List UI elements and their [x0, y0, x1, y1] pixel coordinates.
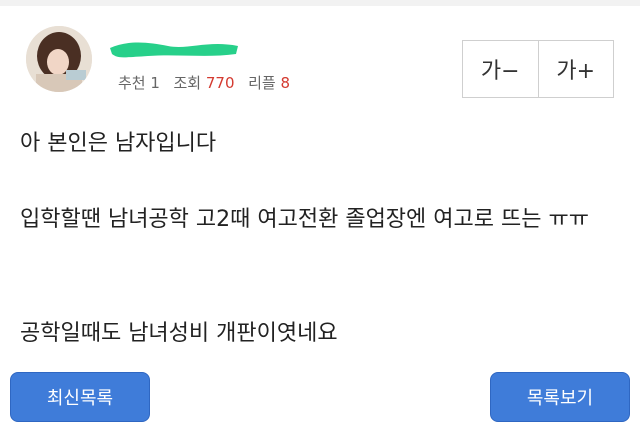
- replies-label: 리플: [248, 74, 276, 92]
- post-paragraph: 공학일때도 남녀성비 개판이엿네요: [20, 321, 338, 346]
- view-list-button[interactable]: 목록보기: [490, 372, 630, 422]
- post-stats: 추천 1 조회 770 리플 8: [118, 72, 290, 93]
- post-paragraph: 아 본인은 남자입니다: [20, 131, 217, 156]
- latest-list-button[interactable]: 최신목록: [10, 372, 150, 422]
- font-size-controls: 가− 가+: [462, 40, 614, 98]
- recommend-label: 추천: [118, 74, 146, 92]
- avatar-image: [26, 26, 92, 92]
- post-paragraph: 입학할땐 남녀공학 고2때 여고전환 졸업장엔 여고로 뜨는 ㅠㅠ: [20, 207, 589, 232]
- replies-count: 8: [280, 74, 291, 92]
- avatar[interactable]: [26, 26, 92, 92]
- views-label: 조회: [173, 74, 202, 92]
- font-increase-button[interactable]: 가+: [537, 41, 614, 97]
- recommend-count: 1: [150, 74, 160, 92]
- font-decrease-button[interactable]: 가−: [463, 41, 538, 97]
- nickname-redaction: [110, 42, 238, 58]
- post-header: 추천 1 조회 770 리플 8 가− 가+: [0, 10, 640, 102]
- top-divider: [0, 0, 640, 6]
- views-count: 770: [205, 74, 235, 92]
